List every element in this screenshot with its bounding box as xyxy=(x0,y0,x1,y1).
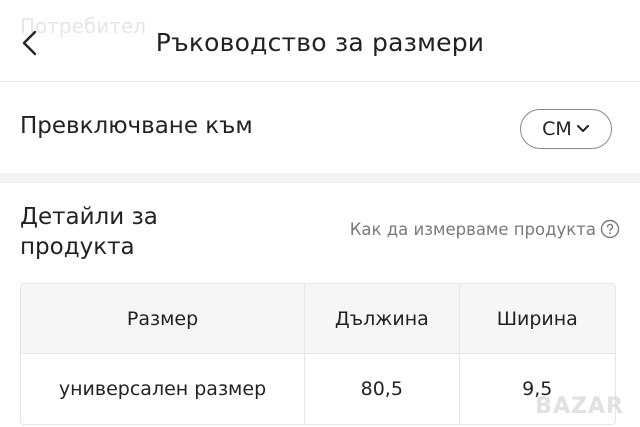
header-width: Ширина xyxy=(496,307,578,330)
bazar-logo-watermark: BAZAR xyxy=(535,394,624,419)
how-to-measure-text: Как да измерваме продукта xyxy=(349,219,596,239)
page-title: Ръководство за размери xyxy=(155,28,485,57)
header-length: Дължина xyxy=(305,284,460,353)
header-size: Размер xyxy=(21,284,306,353)
details-title: Детайли за продукта xyxy=(20,204,158,260)
unit-toggle-button[interactable]: СМ xyxy=(520,109,612,149)
table-header-row: Размер Дължина Ширина xyxy=(21,284,615,354)
cell-size: универсален размер xyxy=(21,354,306,424)
unit-value: СМ xyxy=(542,118,572,140)
chevron-down-icon xyxy=(576,125,589,132)
unit-switch-label: Превключване към xyxy=(20,113,253,139)
table-row: универсален размер 80,5 9,5 xyxy=(21,354,615,424)
header-bar: Ръководство за размери xyxy=(0,0,640,82)
cell-length: 80,5 xyxy=(305,354,460,424)
size-table: Размер Дължина Ширина универсален размер… xyxy=(20,283,616,425)
how-to-measure-link[interactable]: Как да измерваме продукта xyxy=(350,219,620,239)
question-circle-icon xyxy=(600,219,620,239)
section-divider xyxy=(0,173,640,183)
